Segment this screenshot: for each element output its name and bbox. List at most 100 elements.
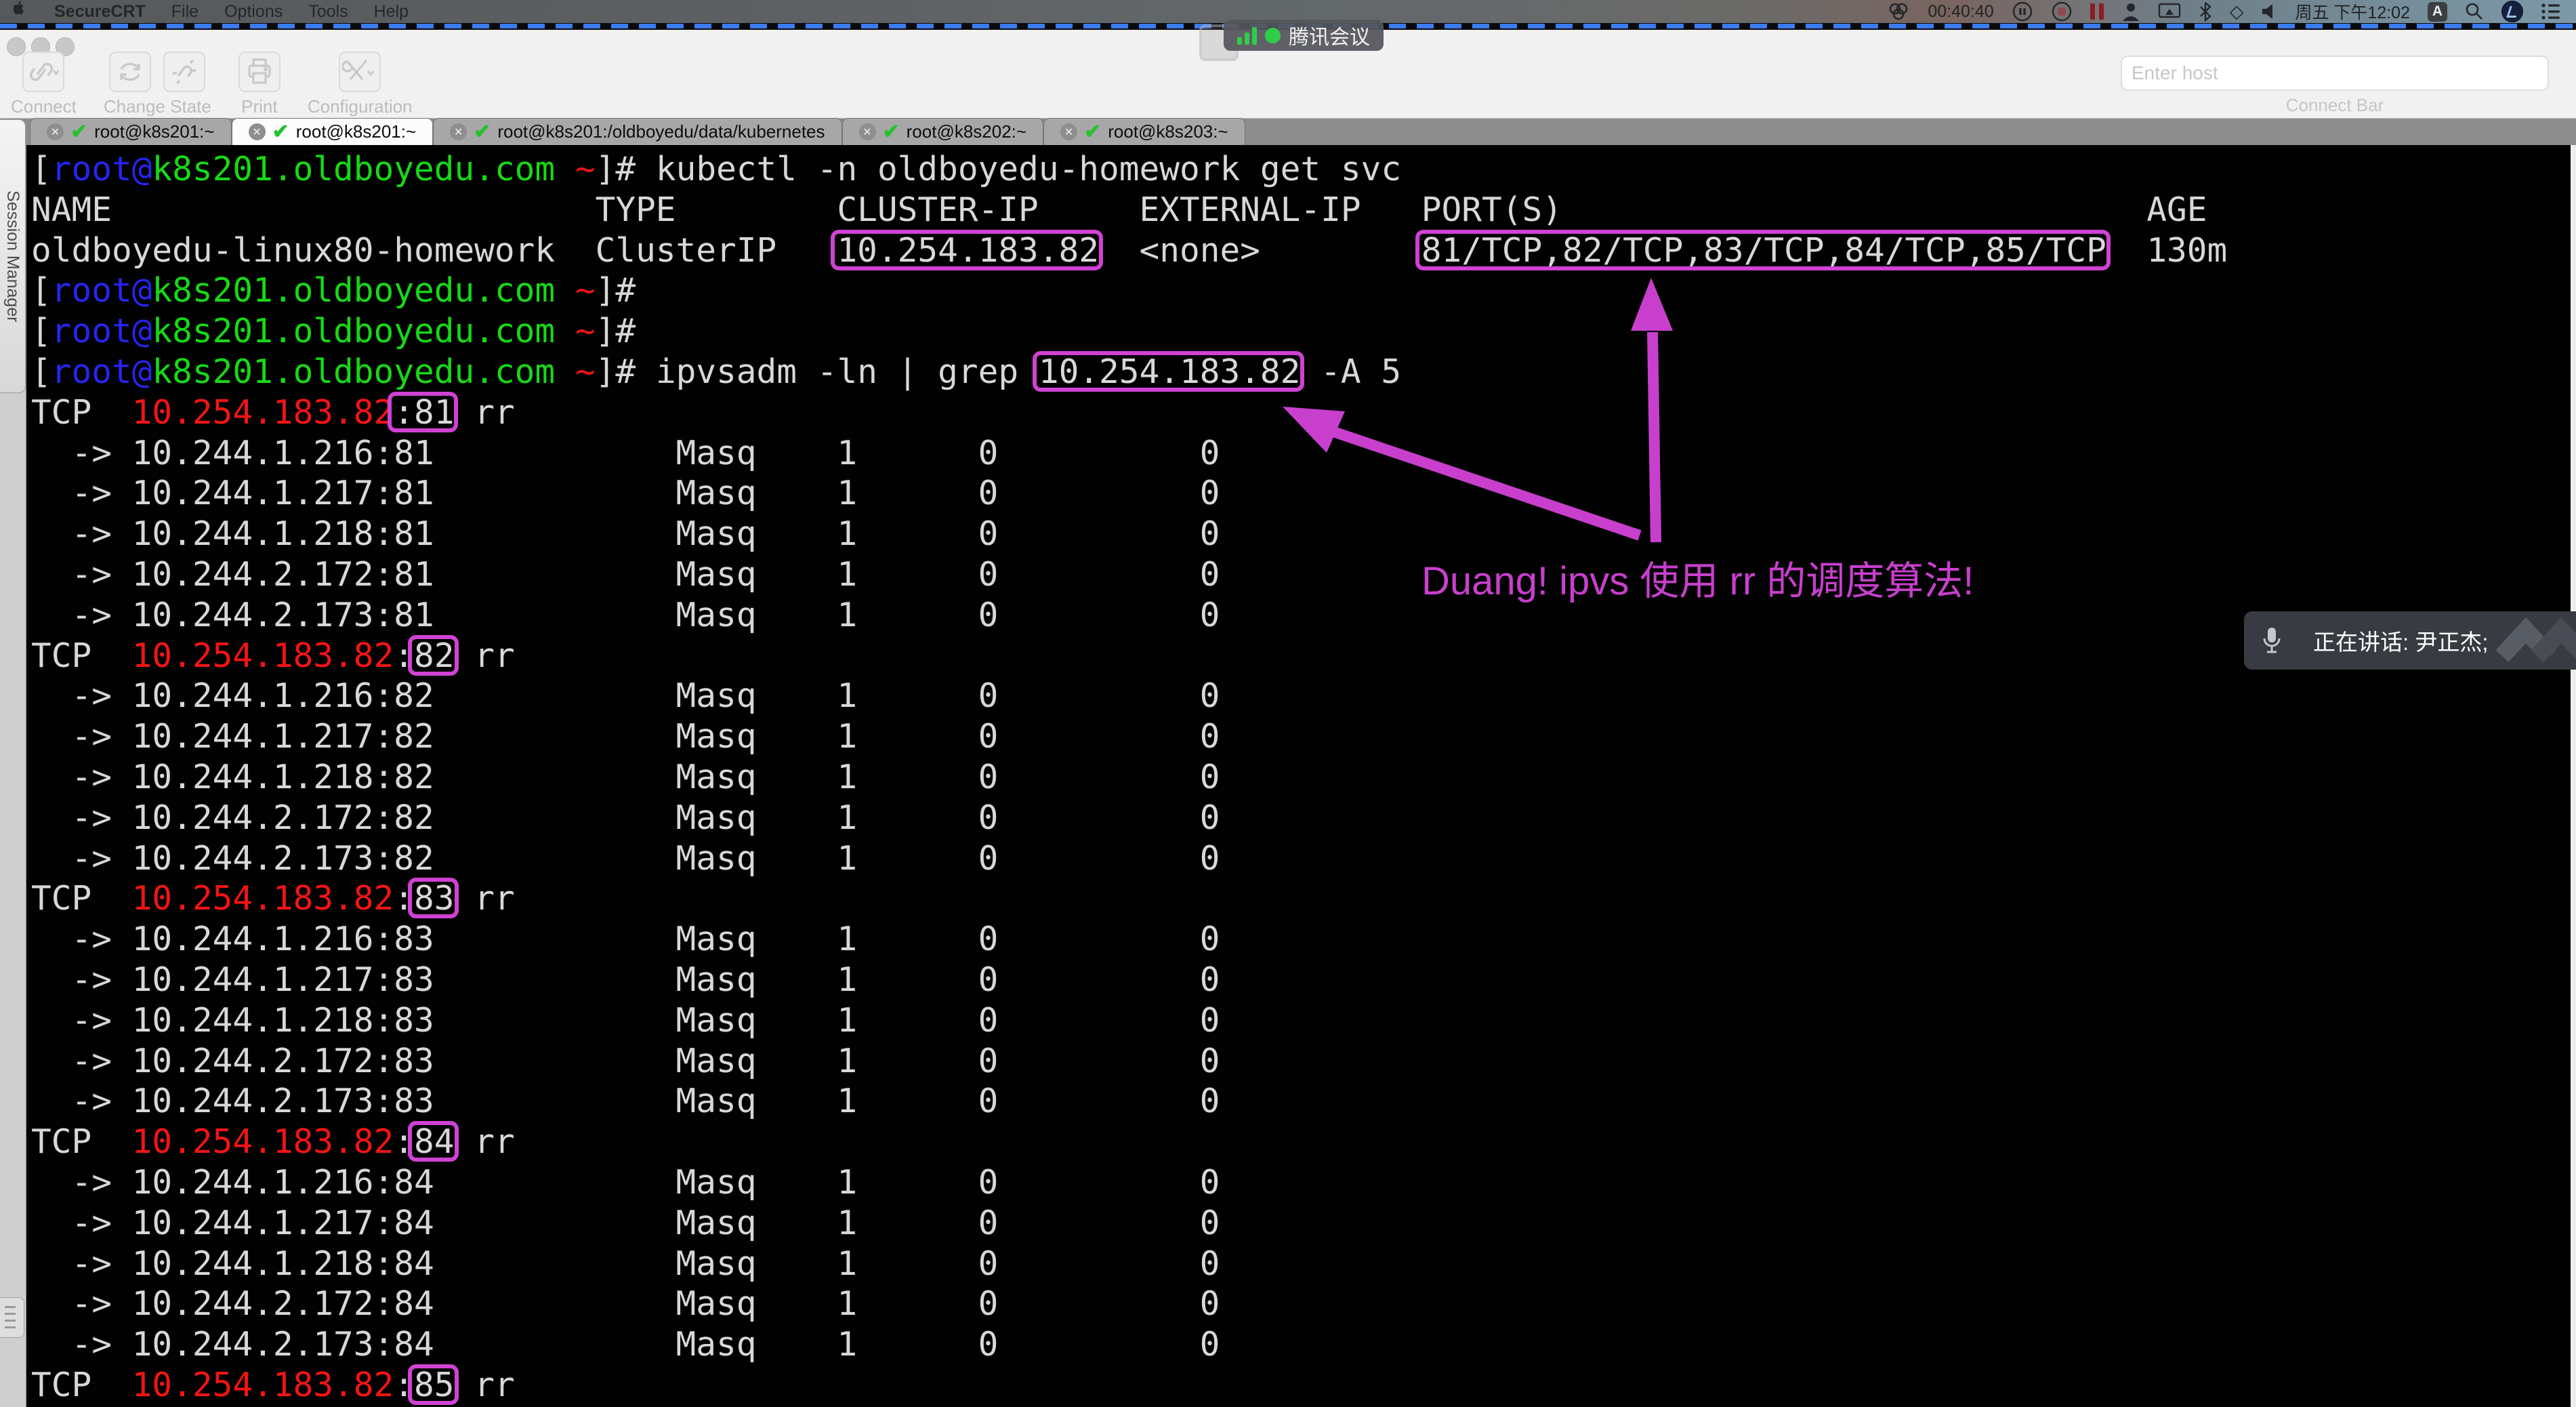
tab-connected-check-icon: ✔ [1084, 122, 1101, 142]
terminal-line: -> 10.244.2.173:83 Masq 1 0 0 [31, 1081, 2571, 1122]
terminal-text: TCP [31, 878, 132, 918]
terminal-highlighted-text: 10.254.183.82 [837, 230, 1099, 270]
terminal-line: -> 10.244.1.216:84 Masq 1 0 0 [31, 1162, 2571, 1203]
battery-diamond-icon[interactable]: ◇ [2230, 1, 2244, 22]
tab-close-icon[interactable]: ✕ [859, 123, 876, 140]
volume-icon[interactable] [2261, 3, 2277, 20]
terminal-line: -> 10.244.2.173:81 Masq 1 0 0 [31, 595, 2571, 636]
speaking-overlay[interactable]: 正在讲话: 尹正杰; [2244, 611, 2576, 670]
meeting-status-pill[interactable]: 腾讯会议 [1224, 20, 1384, 51]
terminal-text: rr [455, 1122, 515, 1161]
menu-item-file[interactable]: File [171, 2, 199, 22]
terminal-highlighted-text: :81 [394, 392, 454, 432]
session-tab-4[interactable]: ✕✔root@k8s202:~ [842, 118, 1044, 145]
spotlight-search-icon[interactable] [2465, 2, 2484, 21]
terminal-line: -> 10.244.2.172:81 Masq 1 0 0 [31, 554, 2571, 595]
terminal-text: TCP [31, 1122, 132, 1161]
terminal-text: 130m [2146, 230, 2227, 270]
terminal-line: -> 10.244.2.173:82 Masq 1 0 0 [31, 838, 2571, 879]
connect-bar-label: Connect Bar [2286, 95, 2384, 116]
terminal-text: -> 10.244.1.218:82 Masq 1 0 0 [31, 757, 1220, 796]
terminal-line: TCP 10.254.183.82:85 rr [31, 1365, 2571, 1406]
terminal-text: -> 10.244.1.218:81 Masq 1 0 0 [31, 514, 1220, 553]
microphone-icon[interactable] [2262, 626, 2282, 655]
terminal-line: -> 10.244.1.218:81 Masq 1 0 0 [31, 514, 2571, 554]
terminal-text: kubectl -n oldboyedu-homework get svc [656, 149, 1401, 188]
input-source-badge[interactable]: A [2428, 2, 2447, 22]
terminal-line: [root@k8s201.oldboyedu.com ~]# kubectl -… [31, 149, 2571, 190]
terminal-text: -> 10.244.1.216:84 Masq 1 0 0 [31, 1162, 1220, 1202]
stop-record-button-icon[interactable] [2051, 1, 2073, 22]
terminal-text: ]# [596, 311, 656, 350]
signal-bars-icon [1237, 26, 1257, 45]
pause-bars-icon[interactable] [2090, 3, 2104, 20]
session-tab-2[interactable]: ✕✔root@k8s201:~ [232, 118, 434, 145]
terminal-text: ]# [596, 352, 656, 391]
terminal-scrollbar[interactable] [2571, 145, 2576, 1407]
terminal-text: ~ [555, 270, 595, 310]
terminal-text: TCP [31, 392, 132, 432]
toolbar-button-label: Configuration [308, 96, 413, 117]
menu-app-name[interactable]: SecureCRT [54, 2, 146, 22]
meeting-app-icon[interactable] [2501, 1, 2523, 22]
terminal-text: -> 10.244.1.218:83 Masq 1 0 0 [31, 1000, 1220, 1040]
terminal-text: root@ [51, 149, 152, 188]
terminal-text: -> 10.244.2.173:84 Masq 1 0 0 [31, 1324, 1220, 1364]
annotation-text: Duang! ipvs 使用 rr 的调度算法! [1421, 549, 1974, 606]
session-tab-3[interactable]: ✕✔root@k8s201:/oldboyedu/data/kubernetes [433, 118, 842, 145]
configuration-button[interactable]: Configuration [308, 52, 413, 117]
session-tab-5[interactable]: ✕✔root@k8s203:~ [1043, 118, 1245, 145]
terminal-line: -> 10.244.1.216:83 Masq 1 0 0 [31, 919, 2571, 960]
terminal-text: -> 10.244.2.173:82 Masq 1 0 0 [31, 838, 1220, 878]
connect-button[interactable]: Connect [11, 52, 77, 117]
session-manager-tab[interactable]: Session Manager [0, 119, 26, 393]
menu-status-area: 00:40:40 ◇ [1887, 0, 2576, 24]
link-chevron-icon [22, 52, 64, 92]
terminal-line: -> 10.244.1.217:84 Masq 1 0 0 [31, 1203, 2571, 1244]
session-tab-bar: ✕✔root@k8s201:~✕✔root@k8s201:~✕✔root@k8s… [0, 118, 2576, 145]
menu-item-help[interactable]: Help [374, 2, 409, 22]
terminal-text: -> 10.244.2.173:83 Masq 1 0 0 [31, 1081, 1220, 1120]
terminal-line: -> 10.244.2.172:82 Masq 1 0 0 [31, 798, 2571, 838]
terminal-region: Session Manager [root@k8s201.oldboyedu.c… [0, 145, 2576, 1407]
terminal-text: TCP [31, 1365, 132, 1404]
display-mirroring-icon[interactable] [2158, 2, 2181, 21]
terminal-line: -> 10.244.2.172:83 Masq 1 0 0 [31, 1041, 2571, 1082]
session-manager-grip[interactable] [0, 1297, 24, 1338]
toolbar-button-label: Connect [11, 96, 77, 117]
terminal-text: ]# [596, 149, 656, 188]
tab-close-icon[interactable]: ✕ [450, 123, 467, 140]
screen-record-circles-icon[interactable] [1887, 2, 1910, 21]
bluetooth-icon[interactable] [2199, 1, 2212, 22]
terminal-text: rr [455, 878, 515, 918]
tab-close-icon[interactable]: ✕ [1060, 123, 1077, 140]
session-tab-1[interactable]: ✕✔root@k8s201:~ [30, 118, 232, 145]
terminal-highlighted-text: 85 [414, 1365, 454, 1404]
terminal-text: 10.254.183.82 [132, 1122, 394, 1161]
menu-item-tools[interactable]: Tools [308, 2, 348, 22]
terminal-output[interactable]: [root@k8s201.oldboyedu.com ~]# kubectl -… [26, 145, 2571, 1407]
tab-close-icon[interactable]: ✕ [249, 123, 266, 140]
enter-host-input[interactable] [2121, 56, 2549, 91]
tab-close-icon[interactable]: ✕ [47, 123, 64, 140]
terminal-line: TCP 10.254.183.82:82 rr [31, 636, 2571, 676]
terminal-highlighted-text: 82 [414, 636, 454, 675]
menu-item-options[interactable]: Options [224, 2, 283, 22]
pause-button-icon[interactable] [2012, 1, 2033, 22]
print-button[interactable]: Print [238, 52, 281, 117]
terminal-text: 10.254.183.82 [132, 392, 394, 432]
apple-menu-icon[interactable] [14, 1, 28, 23]
terminal-text: -> 10.244.2.173:81 Masq 1 0 0 [31, 595, 1220, 634]
terminal-text: [ [31, 311, 51, 350]
terminal-line: TCP 10.254.183.82:81 rr [31, 392, 2571, 433]
person-icon[interactable] [2121, 1, 2140, 22]
terminal-line: [root@k8s201.oldboyedu.com ~]# [31, 270, 2571, 311]
change-state-button[interactable]: Change State [104, 52, 211, 117]
terminal-text: -> 10.244.1.216:83 Masq 1 0 0 [31, 919, 1220, 958]
terminal-text: oldboyedu-linux80-homework [31, 230, 596, 270]
terminal-line: -> 10.244.1.217:83 Masq 1 0 0 [31, 960, 2571, 1000]
control-center-icon[interactable] [2541, 3, 2561, 20]
meeting-logo-icon [2489, 611, 2576, 670]
terminal-highlighted-text: 81/TCP,82/TCP,83/TCP,84/TCP,85/TCP [1421, 230, 2106, 270]
terminal-line: -> 10.244.1.217:81 Masq 1 0 0 [31, 473, 2571, 514]
